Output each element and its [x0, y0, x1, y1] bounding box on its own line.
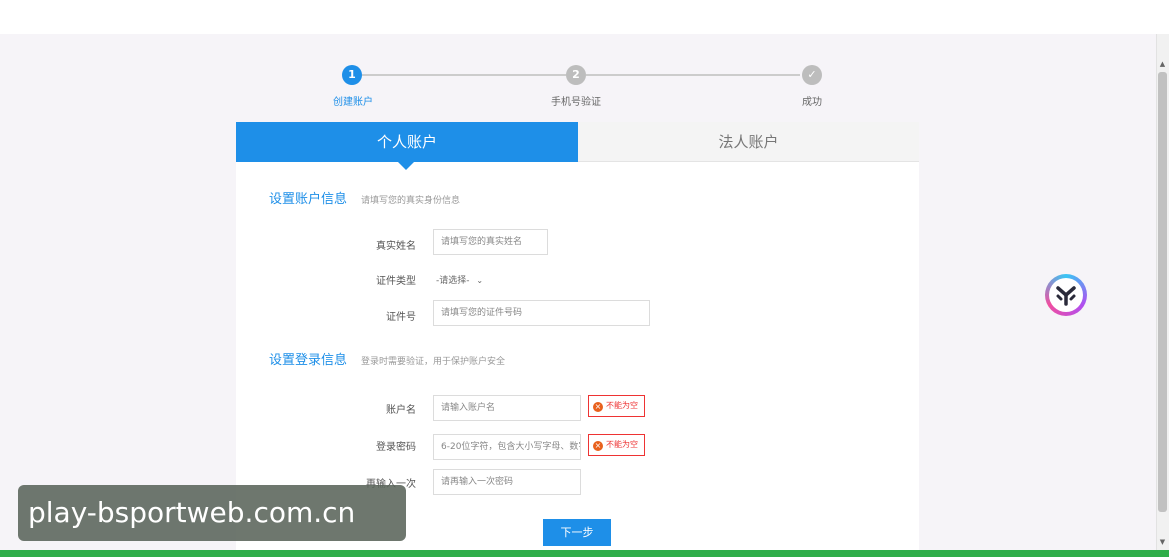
- step-1-label: 创建账户: [333, 97, 373, 108]
- id-type-value: -请选择-: [436, 276, 470, 286]
- active-tab-pointer: [398, 162, 414, 170]
- username-error-text: 不能为空: [606, 401, 638, 410]
- password-label: 登录密码: [376, 442, 416, 453]
- real-name-input[interactable]: 请填写您的真实姓名: [433, 229, 548, 255]
- chevron-down-icon: ⌄: [476, 276, 484, 285]
- username-input[interactable]: 请输入账户名: [433, 395, 581, 421]
- taskbar-strip: [0, 550, 1169, 557]
- step-2-indicator: 2: [566, 65, 586, 85]
- id-number-label: 证件号: [386, 312, 416, 323]
- username-error-badge: × 不能为空: [588, 395, 645, 417]
- tab-legal-account[interactable]: 法人账户: [578, 122, 919, 162]
- error-icon: ×: [593, 402, 603, 412]
- step-connector-1: [362, 74, 566, 76]
- username-label: 账户名: [386, 405, 416, 416]
- id-type-label: 证件类型: [376, 276, 416, 287]
- real-name-label: 真实姓名: [376, 241, 416, 252]
- assistant-logo-icon: [1056, 286, 1076, 306]
- next-step-button[interactable]: 下一步: [543, 519, 611, 546]
- watermark-banner: play-bsportweb.com.cn: [18, 485, 406, 541]
- scroll-down-arrow-icon[interactable]: ▼: [1158, 538, 1167, 547]
- scroll-up-arrow-icon[interactable]: ▲: [1158, 60, 1167, 69]
- step-2-label: 手机号验证: [551, 97, 601, 108]
- step-connector-2: [586, 74, 800, 76]
- id-type-select[interactable]: -请选择- ⌄: [436, 273, 483, 286]
- step-1-indicator: 1: [342, 65, 362, 85]
- login-section-title: 设置登录信息: [269, 353, 348, 368]
- password-input[interactable]: 6-20位字符，包含大小写字母、数字: [433, 434, 581, 460]
- scrollbar-thumb[interactable]: [1158, 72, 1167, 512]
- error-icon: ×: [593, 441, 603, 451]
- id-number-input[interactable]: 请填写您的证件号码: [433, 300, 650, 326]
- password-error-text: 不能为空: [606, 440, 638, 449]
- account-section-title: 设置账户信息: [269, 192, 348, 207]
- account-section-subtitle: 请填写您的真实身份信息: [361, 196, 461, 206]
- step-3-check-icon: ✓: [802, 65, 822, 85]
- password-error-badge: × 不能为空: [588, 434, 645, 456]
- password-confirm-input[interactable]: 请再输入一次密码: [433, 469, 581, 495]
- browser-top-bar: [0, 0, 1169, 34]
- step-3-label: 成功: [802, 97, 822, 108]
- tab-personal-account[interactable]: 个人账户: [236, 122, 578, 162]
- login-section-subtitle: 登录时需要验证，用于保护账户安全: [361, 357, 506, 367]
